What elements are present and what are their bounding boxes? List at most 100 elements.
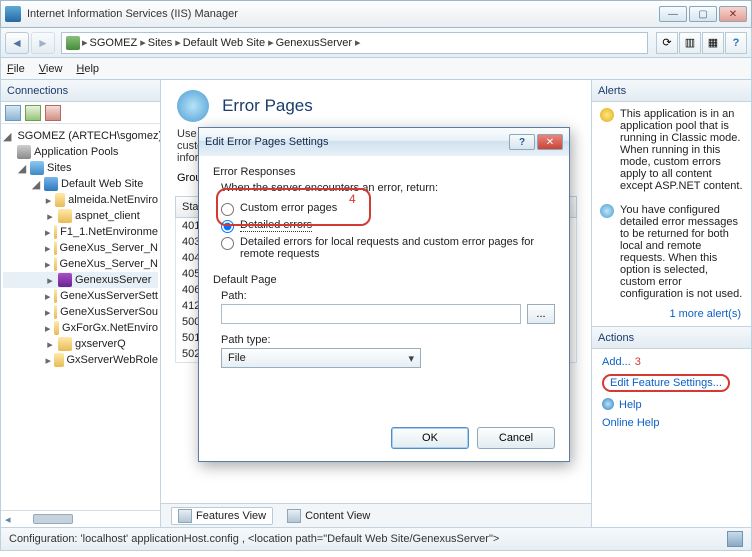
connect-icon[interactable] — [5, 105, 21, 121]
features-icon — [178, 509, 192, 523]
menu-help[interactable]: Help — [76, 63, 99, 75]
tree-item[interactable]: GeneXus_Server_N — [60, 242, 158, 254]
content-icon — [287, 509, 301, 523]
folder-icon — [55, 193, 65, 207]
connections-header: Connections — [1, 80, 160, 102]
tree-item[interactable]: gxserverQ — [75, 338, 126, 350]
info-icon — [600, 204, 614, 218]
refresh-icon[interactable] — [25, 105, 41, 121]
connections-pane: Connections ◢SGOMEZ (ARTECH\sgomez) Appl… — [1, 80, 161, 527]
action-online-help[interactable]: Online Help — [592, 414, 751, 432]
app-icon — [5, 6, 21, 22]
folder-icon — [58, 209, 72, 223]
tree-item[interactable]: almeida.NetEnviro — [68, 194, 158, 206]
folder-icon — [54, 225, 58, 239]
folder-icon — [54, 289, 58, 303]
menu-bar: FFileile View Help — [0, 58, 752, 80]
tree-dws[interactable]: Default Web Site — [61, 178, 143, 190]
annotation-box-4 — [216, 188, 371, 226]
stop-icon[interactable] — [45, 105, 61, 121]
toolbar-help-icon[interactable]: ? — [725, 32, 747, 54]
toolbar-icon-2[interactable]: ▥ — [679, 32, 701, 54]
tree-item[interactable]: aspnet_client — [75, 210, 140, 222]
action-add[interactable]: Add...3 — [592, 353, 751, 371]
annotation-3: 3 — [635, 356, 641, 368]
folder-icon — [54, 321, 60, 335]
menu-view[interactable]: View — [39, 63, 63, 75]
warning-icon — [600, 108, 614, 122]
alerts-header: Alerts — [592, 80, 751, 102]
group-default-page: Default Page — [213, 274, 555, 286]
connections-tree[interactable]: ◢SGOMEZ (ARTECH\sgomez) Application Pool… — [1, 124, 160, 510]
path-input[interactable] — [221, 304, 521, 324]
tree-item[interactable]: GeneXus_Server_N — [60, 258, 158, 270]
status-text: Configuration: 'localhost' applicationHo… — [9, 533, 499, 545]
folder-icon — [54, 353, 63, 367]
label-path-type: Path type: — [221, 334, 555, 346]
alert-info: You have configured detailed error messa… — [592, 198, 751, 306]
tree-item[interactable]: GeneXusServerSett — [60, 290, 158, 302]
folder-icon — [54, 257, 57, 271]
radio-detailed-local[interactable]: Detailed errors for local requests and c… — [221, 236, 555, 260]
crumb-server[interactable]: SGOMEZ▸ — [90, 36, 146, 49]
tree-server[interactable]: SGOMEZ (ARTECH\sgomez) — [17, 130, 160, 142]
label-path: Path: — [221, 290, 555, 302]
toolbar-icon-3[interactable]: ▦ — [702, 32, 724, 54]
crumb-default-web-site[interactable]: Default Web Site▸ — [183, 36, 274, 49]
folder-icon — [54, 241, 57, 255]
gx-icon — [58, 273, 72, 287]
close-button[interactable]: ✕ — [719, 6, 747, 22]
crumb-dropdown[interactable]: ▸ — [82, 36, 88, 49]
forward-button[interactable]: ► — [31, 32, 55, 54]
maximize-button[interactable]: ▢ — [689, 6, 717, 22]
action-help[interactable]: Help — [592, 395, 751, 414]
folder-icon — [58, 337, 72, 351]
status-bar: Configuration: 'localhost' applicationHo… — [0, 527, 752, 551]
minimize-button[interactable]: — — [659, 6, 687, 22]
toolbar-icon-1[interactable]: ⟳ — [656, 32, 678, 54]
tab-features-view[interactable]: Features View — [171, 507, 273, 525]
crumb-sites[interactable]: Sites▸ — [148, 36, 181, 49]
crumb-genexusserver[interactable]: GenexusServer▸ — [276, 36, 361, 49]
tree-hscroll[interactable]: ◂ — [1, 510, 160, 527]
tree-sites[interactable]: Sites — [47, 162, 71, 174]
ok-button[interactable]: OK — [391, 427, 469, 449]
path-type-select[interactable]: File▾ — [221, 348, 421, 368]
breadcrumb-bar[interactable]: ▸ SGOMEZ▸ Sites▸ Default Web Site▸ Genex… — [61, 32, 648, 54]
edit-error-pages-dialog: Edit Error Pages Settings ? ✕ Error Resp… — [198, 127, 570, 462]
error-pages-icon — [177, 90, 209, 122]
dialog-titlebar[interactable]: Edit Error Pages Settings ? ✕ — [199, 128, 569, 156]
annotation-circle: Edit Feature Settings... — [602, 374, 730, 392]
view-tabs: Features View Content View — [161, 503, 591, 527]
status-config-icon[interactable] — [727, 531, 743, 547]
sites-icon — [30, 161, 44, 175]
right-pane: Alerts This application is in an applica… — [591, 80, 751, 527]
nav-bar: ◄ ► ▸ SGOMEZ▸ Sites▸ Default Web Site▸ G… — [0, 28, 752, 58]
pool-icon — [17, 145, 31, 159]
window-titlebar: Internet Information Services (IIS) Mana… — [0, 0, 752, 28]
menu-file[interactable]: FFileile — [7, 63, 25, 75]
action-edit-feature-settings[interactable]: Edit Feature Settings... — [592, 371, 751, 395]
tree-item[interactable]: GeneXusServerSou — [60, 306, 158, 318]
dialog-title: Edit Error Pages Settings — [205, 136, 507, 148]
tree-app-pools[interactable]: Application Pools — [34, 146, 118, 158]
site-icon — [44, 177, 58, 191]
page-title: Error Pages — [222, 96, 313, 116]
browse-button[interactable]: ... — [527, 304, 555, 324]
cancel-button[interactable]: Cancel — [477, 427, 555, 449]
alert-warning: This application is in an application po… — [592, 102, 751, 198]
back-button[interactable]: ◄ — [5, 32, 29, 54]
dialog-help-button[interactable]: ? — [509, 134, 535, 150]
more-alerts-link[interactable]: 1 more alert(s) — [592, 306, 751, 326]
server-icon — [66, 36, 80, 50]
tree-item[interactable]: F1_1.NetEnvironme — [60, 226, 158, 238]
folder-icon — [54, 305, 58, 319]
tree-item[interactable]: GxForGx.NetEnviro — [62, 322, 158, 334]
tree-item-selected[interactable]: GenexusServer — [75, 274, 151, 286]
tab-content-view[interactable]: Content View — [287, 509, 370, 523]
dialog-close-button[interactable]: ✕ — [537, 134, 563, 150]
actions-header: Actions — [592, 327, 751, 349]
tree-item[interactable]: GxServerWebRole — [67, 354, 159, 366]
group-error-responses: Error Responses — [213, 166, 555, 178]
annotation-4: 4 — [349, 192, 356, 206]
